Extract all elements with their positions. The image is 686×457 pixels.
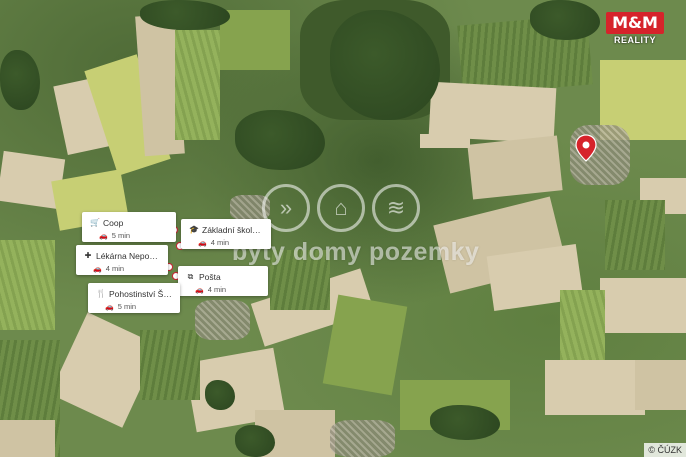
field xyxy=(322,294,408,396)
poi-card-coop[interactable]: 🛒 Coop 🚗 5 min xyxy=(82,212,176,242)
poi-time: 4 min xyxy=(105,264,125,273)
forest xyxy=(235,110,325,170)
car-icon: 🚗 xyxy=(99,232,108,240)
field xyxy=(560,290,605,360)
field xyxy=(600,278,686,333)
poi-time: 5 min xyxy=(111,231,131,240)
map-copyright: © ČÚZK xyxy=(644,443,686,457)
poi-time: 4 min xyxy=(207,285,227,294)
forest xyxy=(140,0,230,30)
village xyxy=(195,300,250,340)
field xyxy=(140,330,200,400)
graduation-cap-icon: 🎓 xyxy=(189,225,199,234)
poi-name: Lékárna Nepomu... xyxy=(95,250,160,261)
fork-knife-icon: 🍴 xyxy=(96,289,106,298)
forest xyxy=(430,405,500,440)
field xyxy=(635,360,686,410)
poi-card-post[interactable]: ⧉ Pošta 🚗 4 min xyxy=(178,266,268,296)
satellite-map[interactable]: » ⌂ ≋ byty domy pozemky 🛒 Coop 🚗 5 min 🎓 Zá… xyxy=(0,0,686,457)
car-icon: 🚗 xyxy=(195,286,204,294)
forest xyxy=(0,50,40,110)
field xyxy=(605,200,665,270)
watermark-logo: » ⌂ ≋ xyxy=(262,184,422,236)
field xyxy=(0,240,55,330)
poi-name: Pošta xyxy=(199,271,221,282)
medical-cross-icon: ✚ xyxy=(84,251,92,260)
poi-time: 4 min xyxy=(210,238,230,247)
poi-card-school[interactable]: 🎓Základní škola a ... 🚗4 min xyxy=(181,219,271,249)
house-roof-icon: ⌂ xyxy=(317,184,365,232)
field xyxy=(175,30,220,140)
field xyxy=(220,10,290,70)
field xyxy=(420,134,470,148)
cart-icon: 🛒 xyxy=(90,218,100,227)
post-office-icon: ⧉ xyxy=(187,271,194,281)
car-icon: 🚗 xyxy=(198,239,207,247)
chevrons-down-icon: ≋ xyxy=(372,184,420,232)
field xyxy=(0,420,55,457)
poi-card-pub[interactable]: 🍴Pohostinství Šimá... 🚗5 min xyxy=(88,283,180,313)
car-icon: 🚗 xyxy=(93,265,102,273)
logo-text: M&M xyxy=(606,12,664,34)
village xyxy=(330,420,395,457)
brand-logo: M&M REALITY xyxy=(600,12,670,48)
forest xyxy=(235,425,275,457)
poi-name: Pohostinství Šimá... xyxy=(109,288,172,299)
location-pin-icon[interactable] xyxy=(575,134,597,162)
poi-name: Coop xyxy=(103,217,124,228)
forest xyxy=(530,0,600,40)
forest xyxy=(205,380,235,410)
poi-time: 5 min xyxy=(117,302,137,311)
poi-card-pharmacy[interactable]: ✚Lékárna Nepomu... 🚗4 min xyxy=(76,245,168,275)
field xyxy=(467,135,563,200)
field xyxy=(545,360,645,415)
poi-name: Základní škola a ... xyxy=(202,224,263,235)
car-icon: 🚗 xyxy=(105,303,114,311)
logo-subtext: REALITY xyxy=(613,35,656,45)
